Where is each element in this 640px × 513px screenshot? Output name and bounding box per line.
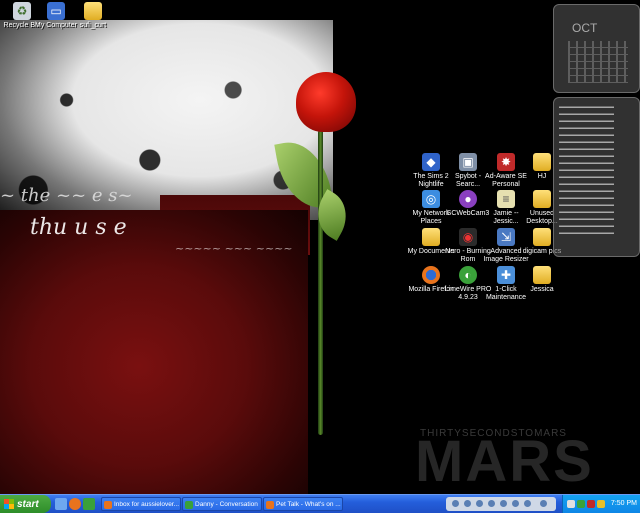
- clock[interactable]: 7:50 PM: [611, 495, 637, 513]
- taskbar: start Inbox for aussielover... Danny - C…: [0, 494, 640, 513]
- task-label: Pet Talk - What's on ...: [276, 501, 341, 508]
- rose-stem: [318, 130, 323, 435]
- widget-line: ▬▬▬▬▬▬▬▬▬▬▬: [559, 146, 614, 152]
- media-button-icon[interactable]: [464, 500, 471, 507]
- folder-icon: [533, 190, 551, 208]
- desktop-icon-jessica[interactable]: Jessica: [512, 266, 572, 294]
- widget-line: ▬▬▬▬▬▬▬▬▬▬▬: [559, 153, 614, 159]
- firefox-icon: [266, 501, 274, 509]
- widget-line: ▬▬▬▬▬▬▬▬▬▬▬: [559, 216, 614, 222]
- messenger-icon: [185, 501, 193, 509]
- widget-line: ▬▬▬▬▬▬▬▬▬▬▬: [559, 209, 614, 215]
- widget-line: ▬▬▬▬▬▬▬▬▬▬▬: [559, 118, 614, 124]
- task-inbox[interactable]: Inbox for aussielover...: [101, 497, 181, 511]
- firefox-quicklaunch-icon[interactable]: [69, 498, 81, 510]
- task-label: Danny - Conversation: [195, 501, 258, 508]
- media-button-icon[interactable]: [540, 500, 547, 507]
- tray-icon[interactable]: [567, 500, 575, 508]
- desktop-icon-sufi-curt[interactable]: sufi_curt: [63, 2, 123, 30]
- task-danny-conversation[interactable]: Danny - Conversation: [182, 497, 262, 511]
- widget-line: ▬▬▬▬▬▬▬▬▬▬▬: [559, 174, 614, 180]
- desktop-icon-label: Jessica: [530, 286, 554, 293]
- media-button-icon[interactable]: [512, 500, 519, 507]
- tray-icon[interactable]: [597, 500, 605, 508]
- start-label: start: [17, 498, 39, 510]
- folder-icon: [533, 228, 551, 246]
- windows-logo-icon: [4, 499, 14, 509]
- widget-line: ▬▬▬▬▬▬▬▬▬▬▬: [559, 223, 614, 229]
- widget-line: ▬▬▬▬▬▬▬▬▬▬▬: [559, 160, 614, 166]
- messenger-quicklaunch-icon[interactable]: [83, 498, 95, 510]
- tray-icon[interactable]: [587, 500, 595, 508]
- widget-line: ▬▬▬▬▬▬▬▬▬▬▬: [559, 132, 614, 138]
- widget-line: ▬▬▬▬▬▬▬▬▬▬▬: [559, 188, 614, 194]
- folder-icon: [533, 153, 551, 171]
- task-pet-talk[interactable]: Pet Talk - What's on ...: [263, 497, 343, 511]
- media-player-toolbar[interactable]: [446, 497, 556, 511]
- widget-line: ▬▬▬▬▬▬▬▬▬▬▬: [559, 104, 614, 110]
- media-button-icon[interactable]: [500, 500, 507, 507]
- webcam-icon: ●: [459, 190, 477, 208]
- start-button[interactable]: start: [0, 495, 51, 513]
- folder-icon: [84, 2, 102, 20]
- rose-flower: [296, 72, 356, 132]
- wallpaper-script-3: ~~~~~ ~~~ ~~~~: [175, 242, 293, 255]
- calendar-widget[interactable]: OCT: [553, 4, 640, 93]
- limewire-icon: ◐: [459, 266, 477, 284]
- firefox-icon: [104, 501, 112, 509]
- widget-line: ▬▬▬▬▬▬▬▬▬▬▬: [559, 230, 614, 236]
- task-label: Inbox for aussielover...: [114, 501, 180, 508]
- calendar-grid: [568, 41, 628, 83]
- spybot-icon: ▣: [459, 153, 477, 171]
- wallpaper-script-2: thu u s e: [30, 215, 127, 240]
- media-button-icon[interactable]: [452, 500, 459, 507]
- mail-preview-widget[interactable]: ▬▬▬▬▬▬▬▬▬▬▬ ▬▬▬▬▬▬▬▬▬▬▬ ▬▬▬▬▬▬▬▬▬▬▬ ▬▬▬▬…: [553, 97, 640, 257]
- wallpaper-mars-logo: MARS: [415, 429, 594, 494]
- widget-line: ▬▬▬▬▬▬▬▬▬▬▬: [559, 167, 614, 173]
- show-desktop-icon[interactable]: [55, 498, 67, 510]
- media-button-icon[interactable]: [524, 500, 531, 507]
- widget-line: ▬▬▬▬▬▬▬▬▬▬▬: [559, 202, 614, 208]
- widget-line: ▬▬▬▬▬▬▬▬▬▬▬: [559, 195, 614, 201]
- tray-icon[interactable]: [577, 500, 585, 508]
- widget-line: ▬▬▬▬▬▬▬▬▬▬▬: [559, 125, 614, 131]
- widget-line: ▬▬▬▬▬▬▬▬▬▬▬: [559, 139, 614, 145]
- folder-icon: [533, 266, 551, 284]
- system-tray: 7:50 PM: [562, 495, 640, 513]
- desktop: ~ the ~~ e s~ thu u s e ~~~~~ ~~~ ~~~~ T…: [0, 0, 640, 494]
- nero-icon: ◉: [459, 228, 477, 246]
- wallpaper-script-1: ~ the ~~ e s~: [0, 185, 133, 206]
- desktop-icon-label: sufi_curt: [79, 22, 107, 29]
- media-button-icon[interactable]: [476, 500, 483, 507]
- calendar-month: OCT: [572, 21, 598, 35]
- media-button-icon[interactable]: [488, 500, 495, 507]
- widget-line: ▬▬▬▬▬▬▬▬▬▬▬: [559, 111, 614, 117]
- widget-line: ▬▬▬▬▬▬▬▬▬▬▬: [559, 181, 614, 187]
